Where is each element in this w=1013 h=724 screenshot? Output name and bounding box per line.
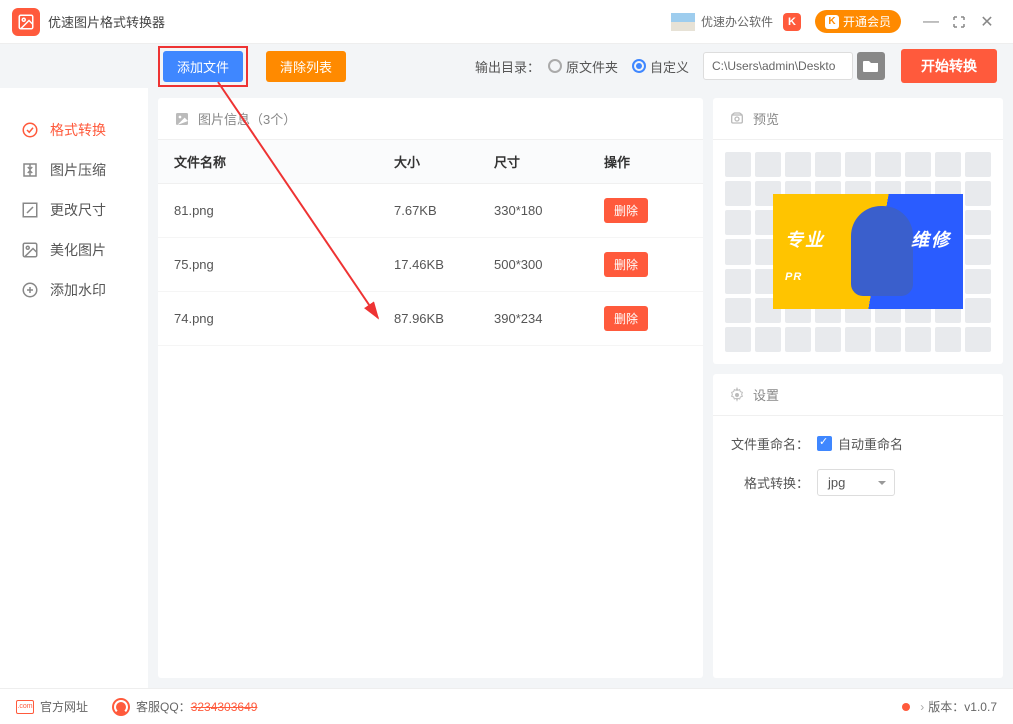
app-title: 优速图片格式转换器 [48,12,165,31]
preview-area: 专业 维修 PR [725,152,991,352]
title-bar: 优速图片格式转换器 优速办公软件 K K 开通会员 — ✕ [0,0,1013,44]
rename-checkbox-label[interactable]: 自动重命名 [838,434,903,453]
brand-thumb-icon [671,13,695,31]
radio-original-folder[interactable]: 原文件夹 [548,57,618,76]
main-area: 格式转换 图片压缩 更改尺寸 美化图片 添加水印 图片信息（3个） 文件名称 [0,88,1013,688]
brand-badge-icon: K [783,13,801,31]
beautify-icon [20,240,40,260]
cell-size: 7.67KB [394,203,494,218]
cell-dim: 330*180 [494,203,604,218]
sidebar-item-label: 美化图片 [50,240,106,260]
file-list-header: 图片信息（3个） [158,98,703,140]
sidebar-item-label: 添加水印 [50,280,106,300]
right-panel: 预览 专业 [713,98,1003,678]
version-label: 版本： [928,698,964,715]
content-area: 图片信息（3个） 文件名称 大小 尺寸 操作 81.png 7.67KB 330… [148,88,1013,688]
resize-icon [20,200,40,220]
col-name-header: 文件名称 [174,152,394,171]
preview-image: 专业 维修 PR [773,194,963,309]
delete-button[interactable]: 删除 [604,198,648,223]
vip-button[interactable]: K 开通会员 [815,10,901,33]
website-label: 官方网址 [40,698,88,715]
settings-panel: 设置 文件重命名： 自动重命名 格式转换： jpg [713,374,1003,678]
qq-label: 客服QQ： [136,698,191,715]
qq-number: 3234303649 [191,700,258,714]
preview-title: 预览 [753,109,779,128]
table-row[interactable]: 81.png 7.67KB 330*180 删除 [158,184,703,238]
vip-icon: K [825,15,839,29]
website-icon: .com [16,700,34,714]
add-file-button[interactable]: 添加文件 [163,51,243,82]
cell-size: 87.96KB [394,311,494,326]
radio-icon [548,59,562,73]
maximize-button[interactable] [945,8,973,36]
radio-icon [632,59,646,73]
status-dot-icon [902,703,910,711]
sidebar-item-label: 格式转换 [50,120,106,140]
footer: .com 官方网址 客服QQ： 3234303649 › 版本： v1.0.7 [0,688,1013,724]
setting-format-row: 格式转换： jpg [729,469,987,496]
setting-rename-row: 文件重命名： 自动重命名 [729,434,987,453]
browse-folder-button[interactable] [857,52,885,80]
cell-name: 75.png [174,257,394,272]
table-row[interactable]: 75.png 17.46KB 500*300 删除 [158,238,703,292]
cell-dim: 500*300 [494,257,604,272]
support-icon [112,698,130,716]
minimize-button[interactable]: — [917,8,945,36]
rename-checkbox[interactable] [817,436,832,451]
sidebar-item-watermark[interactable]: 添加水印 [0,270,148,310]
cell-name: 81.png [174,203,394,218]
delete-button[interactable]: 删除 [604,252,648,277]
compress-icon [20,160,40,180]
output-dir-label: 输出目录： [475,57,540,76]
sidebar-item-label: 更改尺寸 [50,200,106,220]
sidebar-item-format-convert[interactable]: 格式转换 [0,110,148,150]
radio-custom-folder[interactable]: 自定义 [632,57,689,76]
convert-icon [20,120,40,140]
sidebar-item-resize[interactable]: 更改尺寸 [0,190,148,230]
preview-panel: 预览 专业 [713,98,1003,364]
settings-title: 设置 [753,385,779,404]
watermark-icon [20,280,40,300]
official-site-link[interactable]: .com 官方网址 [16,698,88,715]
radio-original-label: 原文件夹 [566,57,618,76]
output-path-input[interactable] [703,52,853,80]
format-label: 格式转换： [729,473,809,492]
file-list-panel: 图片信息（3个） 文件名称 大小 尺寸 操作 81.png 7.67KB 330… [158,98,703,678]
file-list-title: 图片信息（3个） [198,109,296,128]
col-size-header: 大小 [394,152,494,171]
col-action-header: 操作 [604,152,664,171]
format-select[interactable]: jpg [817,469,895,496]
cell-size: 17.46KB [394,257,494,272]
sidebar: 格式转换 图片压缩 更改尺寸 美化图片 添加水印 [0,88,148,688]
sidebar-item-compress[interactable]: 图片压缩 [0,150,148,190]
settings-header: 设置 [713,374,1003,416]
rename-label: 文件重命名： [729,434,809,453]
support-qq-link[interactable]: 客服QQ： 3234303649 [112,698,257,716]
radio-custom-label: 自定义 [650,57,689,76]
sidebar-item-label: 图片压缩 [50,160,106,180]
delete-button[interactable]: 删除 [604,306,648,331]
version-value: v1.0.7 [964,700,997,714]
table-header: 文件名称 大小 尺寸 操作 [158,140,703,184]
vip-label: 开通会员 [843,13,891,30]
toolbar: 添加文件 清除列表 输出目录： 原文件夹 自定义 开始转换 [0,44,1013,88]
chevron-right-icon: › [920,700,924,714]
highlight-annotation: 添加文件 [158,46,248,87]
preview-header: 预览 [713,98,1003,140]
sidebar-item-beautify[interactable]: 美化图片 [0,230,148,270]
cell-dim: 390*234 [494,311,604,326]
clear-list-button[interactable]: 清除列表 [266,51,346,82]
table-row[interactable]: 74.png 87.96KB 390*234 删除 [158,292,703,346]
col-dim-header: 尺寸 [494,152,604,171]
start-convert-button[interactable]: 开始转换 [901,49,997,83]
close-button[interactable]: ✕ [973,8,1001,36]
cell-name: 74.png [174,311,394,326]
app-logo-icon [12,8,40,36]
brand-name[interactable]: 优速办公软件 [701,13,773,30]
